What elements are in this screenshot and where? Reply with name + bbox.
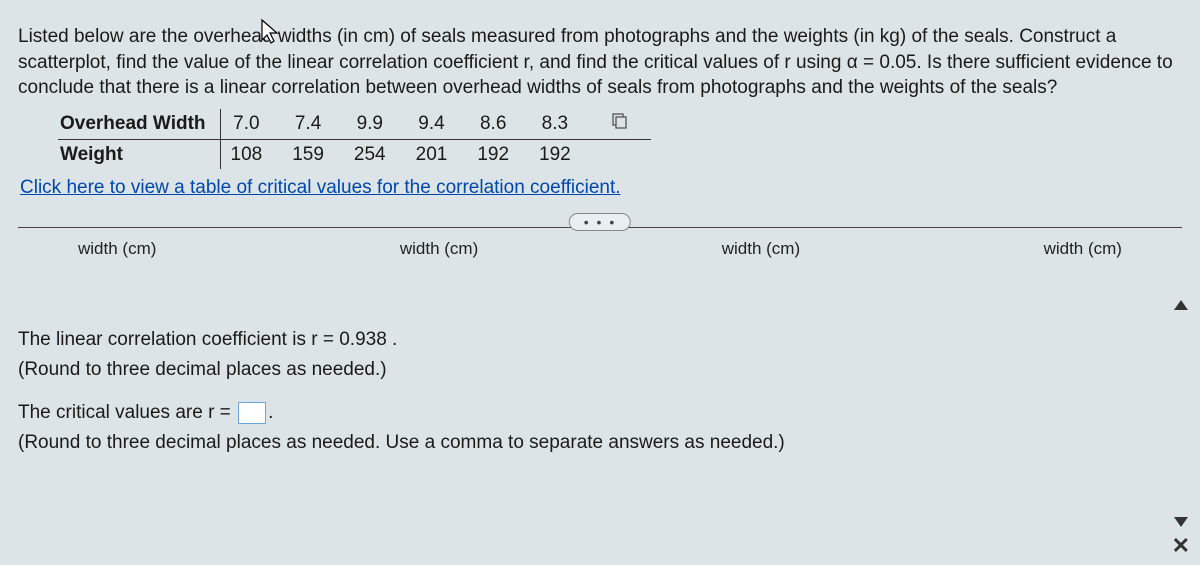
scroll-up-button[interactable]: [1174, 300, 1188, 310]
row-label-weight: Weight: [58, 139, 220, 169]
axis-label-2: width (cm): [400, 238, 478, 261]
answer-r-note: (Round to three decimal places as needed…: [18, 357, 1182, 383]
weight-val-4: 192: [467, 139, 529, 169]
answer-crit-line: The critical values are r = .: [18, 400, 1182, 426]
data-table: Overhead Width 7.0 7.4 9.9 9.4 8.6 8.3 W…: [58, 109, 651, 169]
width-val-5: 8.3: [529, 109, 591, 139]
problem-statement: Listed below are the overhead widths (in…: [18, 24, 1182, 101]
axis-label-4: width (cm): [1044, 238, 1122, 261]
answer-crit-post: .: [268, 402, 273, 423]
width-val-3: 9.4: [406, 109, 468, 139]
width-val-2: 9.9: [344, 109, 406, 139]
width-val-0: 7.0: [220, 109, 282, 139]
answer-crit-pre: The critical values are r =: [18, 402, 236, 423]
expand-dots-button[interactable]: • • •: [569, 213, 631, 231]
critical-values-input[interactable]: [238, 402, 266, 424]
answer-r-pre: The linear correlation coefficient is r …: [18, 329, 339, 350]
weight-val-1: 159: [282, 139, 344, 169]
critical-values-link[interactable]: Click here to view a table of critical v…: [20, 177, 621, 198]
weight-val-0: 108: [220, 139, 282, 169]
copy-cell: [591, 109, 651, 139]
weight-val-5: 192: [529, 139, 591, 169]
problem-line-4: from photographs and the weights of the …: [657, 77, 1057, 98]
weight-val-3: 201: [406, 139, 468, 169]
row-label-width: Overhead Width: [58, 109, 220, 139]
axis-label-3: width (cm): [722, 238, 800, 261]
answer-r-line: The linear correlation coefficient is r …: [18, 327, 1182, 353]
close-button[interactable]: ✕: [1172, 533, 1190, 559]
answer-crit-note: (Round to three decimal places as needed…: [18, 430, 1182, 456]
copy-icon[interactable]: [610, 111, 628, 137]
axis-labels-row: width (cm) width (cm) width (cm) width (…: [18, 227, 1182, 261]
weight-val-2: 254: [344, 139, 406, 169]
axis-label-1: width (cm): [78, 238, 156, 261]
width-val-1: 7.4: [282, 109, 344, 139]
answer-r-post: .: [387, 329, 398, 350]
problem-line-1: Listed below are the overhead widths (in…: [18, 26, 1014, 47]
scroll-down-button[interactable]: [1174, 517, 1188, 527]
answer-r-value: 0.938: [339, 329, 387, 350]
width-val-4: 8.6: [467, 109, 529, 139]
